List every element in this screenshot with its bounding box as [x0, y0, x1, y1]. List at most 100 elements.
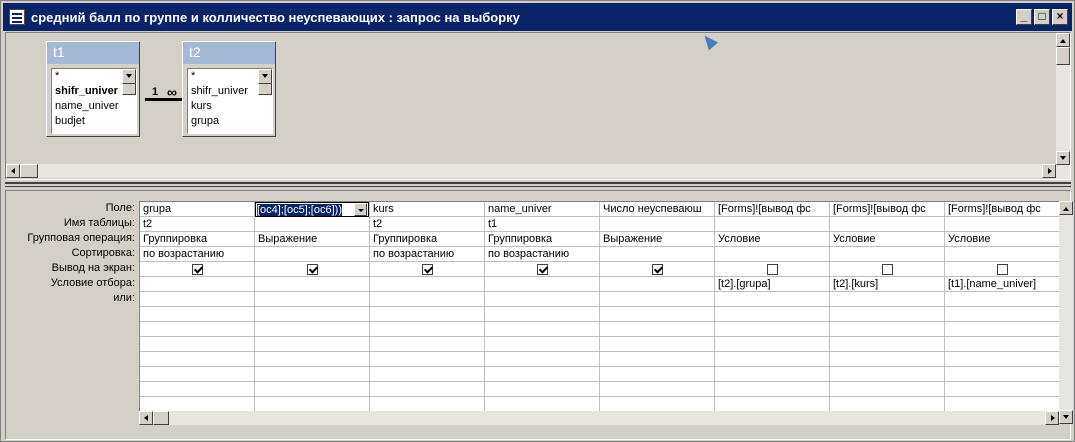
show-checkbox[interactable] [191, 263, 203, 275]
empty-cell[interactable] [255, 382, 369, 397]
show-checkbox-cell[interactable] [830, 262, 944, 277]
empty-cell[interactable] [830, 367, 944, 382]
grid-cell-field[interactable]: Число неуспеваюш [600, 202, 714, 217]
empty-cell[interactable] [945, 307, 1059, 322]
grid-cell-table[interactable]: t2 [370, 217, 484, 232]
empty-cell[interactable] [830, 337, 944, 352]
show-checkbox[interactable] [306, 263, 318, 275]
grid-cell-table[interactable] [255, 217, 369, 232]
grid-cell-table[interactable] [715, 217, 829, 232]
show-checkbox-cell[interactable] [140, 262, 254, 277]
relationship-line[interactable]: 1 ∞ [145, 84, 185, 106]
empty-cell[interactable] [600, 307, 714, 322]
field-list-title[interactable]: t1 [47, 42, 139, 64]
grid-cell-field[interactable]: [Forms]![вывод фс [945, 202, 1059, 217]
or-cell[interactable] [140, 292, 254, 307]
close-button[interactable]: × [1052, 9, 1068, 25]
empty-cell[interactable] [255, 367, 369, 382]
show-checkbox[interactable] [421, 263, 433, 275]
empty-cell[interactable] [140, 382, 254, 397]
scroll-right-icon[interactable] [1042, 164, 1056, 178]
show-checkbox[interactable] [536, 263, 548, 275]
field-item[interactable]: budjet [52, 114, 136, 129]
field-item[interactable]: grupa [188, 114, 272, 129]
field-item[interactable]: kurs [188, 99, 272, 114]
grid-cell-table[interactable] [600, 217, 714, 232]
scroll-down-icon[interactable] [1056, 151, 1070, 165]
show-checkbox-cell[interactable] [485, 262, 599, 277]
empty-cell[interactable] [140, 337, 254, 352]
grid-cell-sort[interactable]: по возрастанию [370, 247, 484, 262]
empty-cell[interactable] [370, 337, 484, 352]
empty-cell[interactable] [255, 322, 369, 337]
grid-cell-criteria[interactable] [140, 277, 254, 292]
grid-cell-sort[interactable] [255, 247, 369, 262]
grid-cell-sort[interactable] [945, 247, 1059, 262]
empty-cell[interactable] [945, 352, 1059, 367]
or-cell[interactable] [945, 292, 1059, 307]
grid-cell-table[interactable] [945, 217, 1059, 232]
grid-cell-group[interactable]: Группировка [140, 232, 254, 247]
scroll-up-icon[interactable] [1056, 33, 1070, 47]
scroll-thumb[interactable] [1056, 47, 1070, 65]
empty-cell[interactable] [945, 322, 1059, 337]
grid-cell-criteria[interactable]: [t2].[grupa] [715, 277, 829, 292]
empty-cell[interactable] [370, 382, 484, 397]
scroll-left-icon[interactable] [6, 164, 20, 178]
empty-cell[interactable] [945, 337, 1059, 352]
show-checkbox-cell[interactable] [945, 262, 1059, 277]
grid-vscroll[interactable] [1059, 201, 1073, 424]
empty-cell[interactable] [255, 307, 369, 322]
show-checkbox-cell[interactable] [715, 262, 829, 277]
title-bar[interactable]: средний балл по группе и колличество неу… [3, 3, 1072, 31]
empty-cell[interactable] [485, 322, 599, 337]
field-list-title[interactable]: t2 [183, 42, 275, 64]
grid-cell-table[interactable]: t2 [140, 217, 254, 232]
scroll-down-icon[interactable] [258, 69, 272, 84]
scroll-down-icon[interactable] [1059, 410, 1073, 424]
empty-cell[interactable] [485, 337, 599, 352]
field-list-t1[interactable]: t1 * shifr_univer name_univer budjet [46, 41, 140, 137]
grid-cell-criteria[interactable] [485, 277, 599, 292]
field-list-scrollbar[interactable] [258, 69, 272, 95]
empty-cell[interactable] [600, 322, 714, 337]
empty-cell[interactable] [140, 322, 254, 337]
grid-cell-field[interactable]: name_univer [485, 202, 599, 217]
empty-cell[interactable] [830, 352, 944, 367]
field-item[interactable]: name_univer [52, 99, 136, 114]
grid-cell-table[interactable]: t1 [485, 217, 599, 232]
empty-cell[interactable] [600, 367, 714, 382]
design-grid[interactable]: grupa t2 Группировка по возрастанию [oc4];[o… [139, 201, 1059, 424]
empty-cell[interactable] [140, 352, 254, 367]
or-cell[interactable] [600, 292, 714, 307]
minimize-button[interactable]: _ [1016, 9, 1032, 25]
pane-splitter[interactable] [5, 182, 1071, 187]
empty-cell[interactable] [715, 367, 829, 382]
empty-cell[interactable] [485, 307, 599, 322]
grid-cell-field[interactable]: [oc4];[oc5];[oc6])) [255, 202, 369, 217]
empty-cell[interactable] [370, 307, 484, 322]
grid-cell-sort[interactable] [600, 247, 714, 262]
scroll-up-icon[interactable] [1059, 201, 1073, 215]
grid-cell-sort[interactable]: по возрастанию [485, 247, 599, 262]
grid-cell-group[interactable]: Группировка [485, 232, 599, 247]
grid-cell-group[interactable]: Группировка [370, 232, 484, 247]
empty-cell[interactable] [370, 352, 484, 367]
show-checkbox-cell[interactable] [370, 262, 484, 277]
selected-field-text[interactable]: [oc4];[oc5];[oc6])) [257, 204, 342, 216]
grid-cell-field[interactable]: [Forms]![вывод фс [830, 202, 944, 217]
grid-cell-group[interactable]: Выражение [255, 232, 369, 247]
empty-cell[interactable] [715, 382, 829, 397]
grid-cell-sort[interactable] [715, 247, 829, 262]
or-cell[interactable] [370, 292, 484, 307]
empty-cell[interactable] [140, 307, 254, 322]
empty-cell[interactable] [715, 307, 829, 322]
grid-cell-criteria[interactable] [600, 277, 714, 292]
show-checkbox[interactable] [881, 263, 893, 275]
grid-cell-criteria[interactable]: [t2].[kurs] [830, 277, 944, 292]
empty-cell[interactable] [945, 382, 1059, 397]
grid-cell-group[interactable]: Условие [830, 232, 944, 247]
scroll-right-icon[interactable] [1045, 411, 1059, 425]
empty-cell[interactable] [600, 352, 714, 367]
scroll-thumb[interactable] [258, 83, 272, 95]
